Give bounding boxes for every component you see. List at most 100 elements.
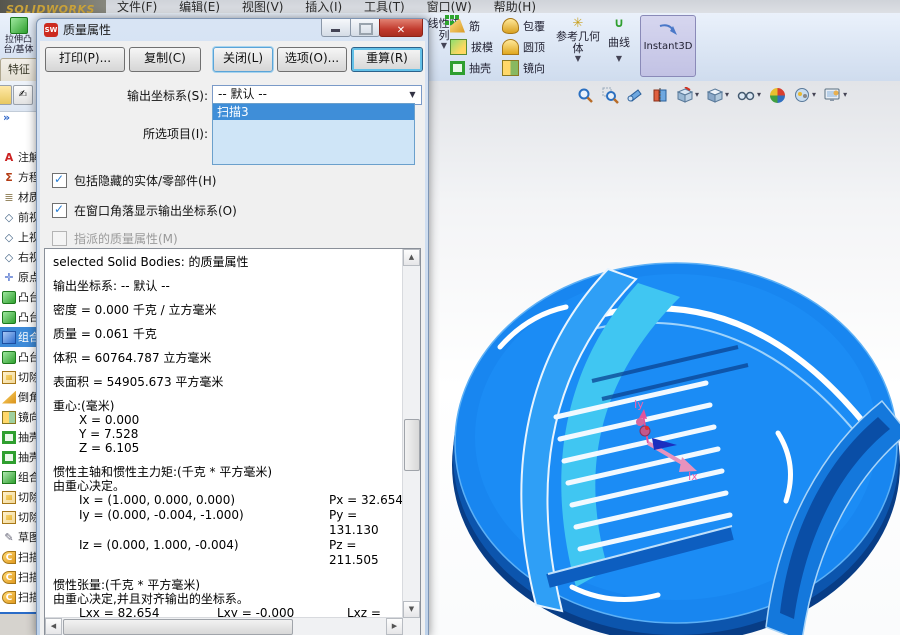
assigned-mass-properties-checkbox: 指派的质量属性(M): [52, 230, 178, 247]
tree-item-shell[interactable]: 抽壳: [0, 447, 36, 467]
sweep-icon: C: [2, 551, 16, 564]
chevron-down-icon[interactable]: ▼: [406, 88, 419, 101]
tree-item-combine[interactable]: 组合: [0, 467, 36, 487]
checkbox-checked-icon[interactable]: [52, 173, 67, 188]
scroll-up-icon[interactable]: ▲: [403, 249, 420, 266]
vertical-scrollbar[interactable]: ▲ ▼: [402, 249, 420, 618]
coordinate-system-select[interactable]: -- 默认 -- ▼: [212, 85, 422, 105]
menu-view[interactable]: 视图(V): [233, 0, 293, 14]
tree-item-cut[interactable]: 切除: [0, 367, 36, 387]
flyout-arrow-icon[interactable]: ▼: [602, 55, 636, 63]
extruded-boss-button[interactable]: 拉伸凸台/基体: [1, 16, 36, 56]
tree-item-cut[interactable]: 切除: [0, 487, 36, 507]
origin-icon: ✛: [2, 271, 16, 284]
instant3d-toggle[interactable]: Instant3D: [640, 15, 696, 77]
flyout-arrow-icon[interactable]: ▼: [556, 55, 600, 63]
horizontal-scrollbar[interactable]: ◀ ▶: [45, 617, 403, 635]
zoom-to-area-icon[interactable]: [601, 86, 620, 105]
view-orientation-icon[interactable]: ▾: [676, 86, 700, 105]
boss-extrude-icon: [2, 291, 16, 304]
checkbox-checked-icon[interactable]: [52, 203, 67, 218]
edit-appearance-icon[interactable]: [768, 86, 787, 105]
part-document-icon: [44, 23, 58, 37]
print-button[interactable]: 打印(P)...: [45, 47, 125, 72]
tree-item-sketch[interactable]: ✎草图: [0, 527, 36, 547]
maximize-button[interactable]: [350, 19, 380, 37]
show-coordinate-system-checkbox[interactable]: 在窗口角落显示输出坐标系(O): [52, 202, 237, 219]
section-view-icon[interactable]: [651, 86, 670, 105]
copy-button[interactable]: 复制(C): [129, 47, 201, 72]
tab-features[interactable]: 特征: [0, 58, 38, 82]
tree-item-top-plane[interactable]: ◇上视基准面: [0, 227, 36, 247]
panel-chevron-icon[interactable]: »: [0, 112, 36, 126]
close-dialog-button[interactable]: 关闭(L): [213, 47, 273, 72]
menu-bar: SOLIDWORKS 文件(F) 编辑(E) 视图(V) 插入(I) 工具(T)…: [0, 0, 900, 14]
annotations-icon: A: [2, 151, 16, 164]
menu-insert[interactable]: 插入(I): [296, 0, 351, 14]
tree-item-sweep[interactable]: C扫描: [0, 587, 36, 607]
curves-button[interactable]: ∪ 曲线 ▼: [602, 15, 636, 77]
shell-button[interactable]: 抽壳: [448, 58, 495, 77]
tree-item-shell[interactable]: 抽壳: [0, 427, 36, 447]
shell-icon: [2, 451, 16, 464]
propertymanager-tab-icon[interactable]: ✍: [13, 85, 33, 105]
list-item-selected[interactable]: 扫描3: [213, 104, 414, 120]
tree-item-sweep[interactable]: C扫描: [0, 547, 36, 567]
scrollbar-thumb[interactable]: [404, 419, 420, 471]
dialog-body: 打印(P)... 复制(C) 关闭(L) 选项(O)... 重算(R) 输出坐标…: [40, 41, 425, 635]
menu-file[interactable]: 文件(F): [108, 0, 166, 14]
tree-item-material[interactable]: ≣材质: [0, 187, 36, 207]
curves-icon: ∪: [612, 17, 627, 31]
menu-window[interactable]: 窗口(W): [418, 0, 481, 14]
featuremanager-tab-icon[interactable]: [0, 85, 12, 105]
menu-tools[interactable]: 工具(T): [355, 0, 414, 14]
scroll-down-icon[interactable]: ▼: [403, 601, 420, 618]
hide-show-items-icon[interactable]: ▾: [736, 86, 762, 105]
plane-icon: ◇: [2, 231, 16, 244]
principal-axis-row: Iz = (0.000, 1.000, -0.004)Pz = 211.505: [53, 538, 403, 568]
tree-item-mirror[interactable]: 镜向: [0, 407, 36, 427]
zoom-to-fit-icon[interactable]: [576, 86, 595, 105]
view-settings-icon[interactable]: ▾: [823, 86, 848, 105]
tree-item-right-plane[interactable]: ◇右视基准面: [0, 247, 36, 267]
headsup-view-toolbar: ▾ ▾ ▾ ▾ ▾: [576, 84, 848, 106]
dialog-title: 质量属性: [63, 20, 111, 41]
boss-extrude-icon: [2, 311, 16, 324]
menu-edit[interactable]: 编辑(E): [170, 0, 229, 14]
scroll-right-icon[interactable]: ▶: [386, 618, 403, 635]
mirror-button[interactable]: 镜向: [500, 58, 547, 77]
minimize-button[interactable]: [321, 19, 351, 37]
reference-geometry-button[interactable]: ✳ 参考几何体 ▼: [556, 15, 600, 77]
tree-item-combine-selected[interactable]: 组合: [0, 327, 36, 347]
rib-icon: [450, 19, 465, 33]
recalculate-button[interactable]: 重算(R): [351, 47, 423, 72]
options-button[interactable]: 选项(O)...: [277, 47, 347, 72]
dialog-title-bar[interactable]: 质量属性: [37, 19, 428, 41]
previous-view-icon[interactable]: [626, 86, 645, 105]
dome-button[interactable]: 圆顶: [500, 37, 547, 56]
tree-item-front-plane[interactable]: ◇前视基准面: [0, 207, 36, 227]
checkbox-unchecked-icon: [52, 231, 67, 246]
tree-item-annotations[interactable]: A注解: [0, 147, 36, 167]
tree-item-cut[interactable]: 切除: [0, 507, 36, 527]
selected-items-listbox[interactable]: 扫描3: [212, 103, 415, 165]
rib-button[interactable]: 筋: [448, 16, 495, 35]
apply-scene-icon[interactable]: ▾: [793, 86, 817, 105]
tree-item-chamfer[interactable]: 倒角: [0, 387, 36, 407]
tree-item-boss[interactable]: 凸台: [0, 287, 36, 307]
include-hidden-checkbox[interactable]: 包括隐藏的实体/零部件(H): [52, 172, 216, 189]
axis-label-ix: Ix: [688, 470, 698, 483]
close-icon[interactable]: [379, 19, 423, 37]
draft-button[interactable]: 拔模: [448, 37, 495, 56]
tree-item-equations[interactable]: Σ方程式: [0, 167, 36, 187]
menu-help[interactable]: 帮助(H): [485, 0, 545, 14]
wrap-button[interactable]: 包覆: [500, 16, 547, 35]
scroll-left-icon[interactable]: ◀: [45, 618, 62, 635]
tree-item-sweep[interactable]: C扫描: [0, 567, 36, 587]
scrollbar-thumb[interactable]: [63, 619, 293, 635]
display-style-icon[interactable]: ▾: [706, 86, 730, 105]
tree-item-origin[interactable]: ✛原点: [0, 267, 36, 287]
tree-item-boss[interactable]: 凸台: [0, 347, 36, 367]
tree-item-boss[interactable]: 凸台: [0, 307, 36, 327]
mass-properties-dialog: 质量属性 打印(P)... 复制(C) 关闭(L) 选项(O)... 重算(R)…: [36, 18, 429, 635]
